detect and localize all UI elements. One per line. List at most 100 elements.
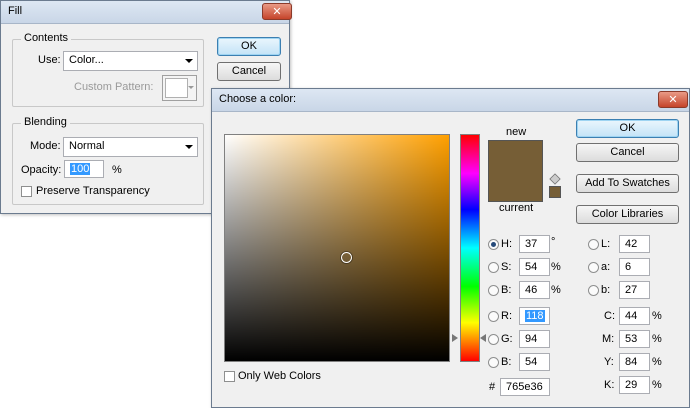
color-field-cursor[interactable] — [341, 252, 352, 263]
lab-a-value: 6 — [625, 261, 632, 273]
magenta-input[interactable]: 53 — [619, 330, 650, 348]
yellow-label: Y: — [604, 356, 614, 368]
blue-radio[interactable] — [488, 357, 499, 368]
hex-label: # — [489, 381, 496, 393]
brightness-input[interactable]: 46 — [519, 281, 550, 299]
lab-b-input[interactable]: 27 — [619, 281, 650, 299]
use-label: Use: — [38, 54, 61, 66]
add-to-swatches-button[interactable]: Add To Swatches — [576, 174, 679, 193]
pattern-swatch — [165, 78, 188, 98]
saturation-label: S: — [501, 261, 512, 273]
black-unit: % — [652, 379, 662, 391]
green-label: G: — [501, 333, 513, 345]
hex-value: 765e36 — [506, 381, 543, 393]
opacity-label: Opacity: — [21, 164, 62, 176]
lab-a-label: a: — [601, 261, 611, 273]
black-value: 29 — [625, 379, 638, 391]
black-input[interactable]: 29 — [619, 376, 650, 394]
color-field-black-gradient — [225, 135, 449, 361]
use-select-value: Color... — [69, 54, 104, 66]
lab-b-value: 27 — [625, 284, 638, 296]
fill-close-button[interactable]: ✕ — [262, 3, 292, 20]
yellow-value: 84 — [625, 356, 638, 368]
new-color-swatch — [489, 141, 542, 171]
blue-value: 54 — [525, 356, 538, 368]
picker-title: Choose a color: — [219, 93, 297, 105]
lab-l-value: 42 — [625, 238, 638, 250]
blending-legend: Blending — [21, 116, 70, 128]
black-label: K: — [604, 379, 615, 391]
mode-select[interactable]: Normal — [63, 137, 198, 157]
preserve-transparency-checkbox[interactable] — [21, 186, 32, 197]
out-of-gamut-cube-icon — [549, 173, 561, 185]
opacity-input[interactable]: 100 — [64, 160, 104, 178]
use-select[interactable]: Color... — [63, 51, 198, 71]
yellow-input[interactable]: 84 — [619, 353, 650, 371]
red-input[interactable]: 118 — [519, 307, 550, 325]
magenta-value: 53 — [625, 333, 638, 345]
magenta-unit: % — [652, 333, 662, 345]
fill-title: Fill — [8, 5, 23, 17]
saturation-unit: % — [551, 261, 561, 273]
hue-unit: ° — [551, 236, 556, 248]
lab-a-input[interactable]: 6 — [619, 258, 650, 276]
hue-radio[interactable] — [488, 239, 499, 250]
brightness-label: B: — [501, 284, 512, 296]
gamut-color-swatch[interactable] — [549, 186, 561, 198]
current-color-swatch[interactable] — [489, 171, 542, 201]
hue-label: H: — [501, 238, 512, 250]
picker-titlebar[interactable]: Choose a color: ✕ — [212, 89, 689, 112]
color-libraries-button[interactable]: Color Libraries — [576, 205, 679, 224]
saturation-input[interactable]: 54 — [519, 258, 550, 276]
new-label: new — [506, 126, 527, 138]
picker-ok-button[interactable]: OK — [576, 119, 679, 138]
lab-l-radio[interactable] — [588, 239, 599, 250]
hue-slider-left-arrow-icon[interactable] — [452, 334, 458, 342]
green-value: 94 — [525, 333, 538, 345]
custom-pattern-picker[interactable] — [162, 75, 197, 101]
brightness-radio[interactable] — [488, 285, 499, 296]
preserve-transparency-label: Preserve Transparency — [36, 185, 150, 197]
pattern-dropdown-arrow-icon — [188, 86, 194, 89]
custom-pattern-label: Custom Pattern: — [74, 81, 154, 93]
only-web-colors-checkbox[interactable] — [224, 371, 235, 382]
chevron-down-icon — [185, 59, 193, 63]
hue-slider-right-arrow-icon[interactable] — [480, 334, 486, 342]
current-label: current — [499, 202, 534, 214]
cyan-input[interactable]: 44 — [619, 307, 650, 325]
green-radio[interactable] — [488, 334, 499, 345]
new-current-swatch — [488, 140, 543, 202]
hex-input[interactable]: 765e36 — [500, 378, 550, 396]
lab-a-radio[interactable] — [588, 262, 599, 273]
picker-cancel-button[interactable]: Cancel — [576, 143, 679, 162]
blue-input[interactable]: 54 — [519, 353, 550, 371]
cyan-value: 44 — [625, 310, 638, 322]
green-input[interactable]: 94 — [519, 330, 550, 348]
fill-ok-button[interactable]: OK — [217, 37, 281, 56]
lab-l-input[interactable]: 42 — [619, 235, 650, 253]
color-picker-dialog: Choose a color: ✕ new current OK Cancel … — [211, 88, 690, 408]
lab-l-label: L: — [601, 238, 611, 250]
fill-cancel-button[interactable]: Cancel — [217, 62, 281, 81]
hue-slider[interactable] — [460, 134, 480, 362]
opacity-unit: % — [112, 164, 122, 176]
cyan-unit: % — [652, 310, 662, 322]
yellow-unit: % — [652, 356, 662, 368]
brightness-unit: % — [551, 284, 561, 296]
opacity-value: 100 — [70, 163, 91, 175]
mode-select-value: Normal — [69, 140, 105, 152]
red-radio[interactable] — [488, 311, 499, 322]
color-field[interactable] — [224, 134, 450, 362]
fill-titlebar[interactable]: Fill ✕ — [1, 1, 292, 24]
brightness-value: 46 — [525, 284, 538, 296]
only-web-colors-label: Only Web Colors — [238, 370, 321, 382]
chevron-down-icon — [185, 145, 193, 149]
hue-input[interactable]: 37 — [519, 235, 550, 253]
picker-close-button[interactable]: ✕ — [658, 91, 688, 108]
saturation-radio[interactable] — [488, 262, 499, 273]
lab-b-radio[interactable] — [588, 285, 599, 296]
lab-b-label: b: — [601, 284, 611, 296]
red-value: 118 — [525, 310, 545, 322]
contents-legend: Contents — [21, 32, 72, 44]
blue-label: B: — [501, 356, 512, 368]
